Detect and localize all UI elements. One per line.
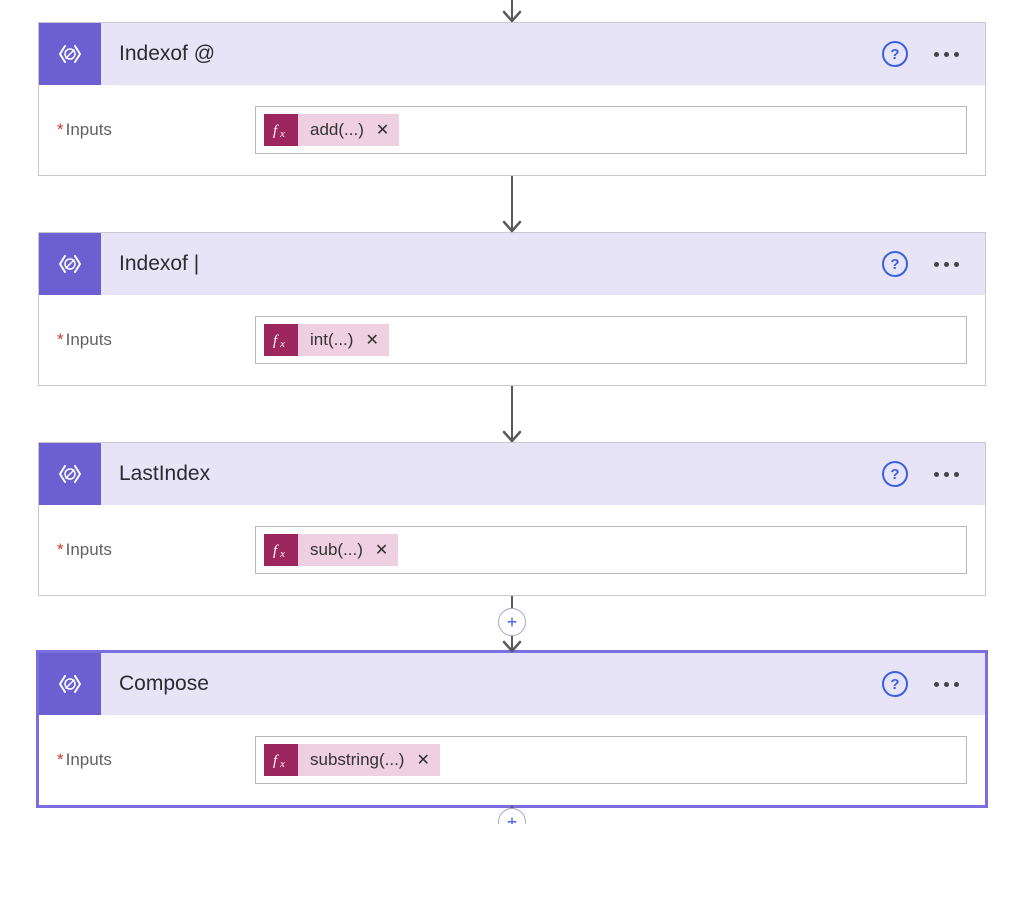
expression-token[interactable]: fx substring(...) ✕ [264, 744, 440, 776]
inputs-label: *Inputs [57, 540, 255, 560]
compose-action-icon [39, 233, 101, 295]
fx-icon: fx [264, 534, 298, 566]
card-header[interactable]: Indexof @ ? [39, 23, 985, 85]
inputs-field[interactable]: fx substring(...) ✕ [255, 736, 967, 784]
svg-text:x: x [279, 338, 285, 350]
more-menu-icon[interactable] [934, 258, 959, 271]
inputs-field[interactable]: fx add(...) ✕ [255, 106, 967, 154]
flow-canvas: Indexof @ ? *Inputs fx add(...) ✕ [0, 0, 1024, 824]
svg-text:f: f [273, 543, 279, 559]
card-header[interactable]: LastIndex ? [39, 443, 985, 505]
card-title: LastIndex [101, 462, 882, 486]
arrow-down-icon [502, 10, 522, 24]
inputs-label: *Inputs [57, 120, 255, 140]
help-icon[interactable]: ? [882, 671, 908, 697]
inputs-field[interactable]: fx int(...) ✕ [255, 316, 967, 364]
header-actions: ? [882, 461, 985, 487]
connector[interactable] [0, 386, 1024, 442]
token-remove-icon[interactable]: ✕ [374, 120, 399, 140]
step-card-indexof-pipe[interactable]: Indexof | ? *Inputs fx int(...) ✕ [38, 232, 986, 386]
header-actions: ? [882, 41, 985, 67]
step-card-compose[interactable]: Compose ? *Inputs fx substring(...) ✕ [38, 652, 986, 806]
svg-text:f: f [273, 753, 279, 769]
inputs-label: *Inputs [57, 330, 255, 350]
token-label: add(...) [298, 120, 374, 140]
token-label: substring(...) [298, 750, 414, 770]
expression-token[interactable]: fx int(...) ✕ [264, 324, 389, 356]
card-header[interactable]: Compose ? [39, 653, 985, 715]
svg-text:f: f [273, 123, 279, 139]
fx-icon: fx [264, 114, 298, 146]
more-menu-icon[interactable] [934, 678, 959, 691]
svg-text:f: f [273, 333, 279, 349]
add-step-button[interactable]: + [498, 608, 526, 636]
token-remove-icon[interactable]: ✕ [373, 540, 398, 560]
compose-action-icon [39, 23, 101, 85]
card-body: *Inputs fx sub(...) ✕ [39, 505, 985, 595]
header-actions: ? [882, 671, 985, 697]
token-label: int(...) [298, 330, 363, 350]
help-icon[interactable]: ? [882, 461, 908, 487]
compose-action-icon [39, 443, 101, 505]
connector-top [0, 0, 1024, 22]
card-title: Indexof @ [101, 42, 882, 66]
step-card-lastindex[interactable]: LastIndex ? *Inputs fx sub(...) ✕ [38, 442, 986, 596]
arrow-down-icon [502, 220, 522, 234]
arrow-down-icon [502, 640, 522, 654]
svg-text:x: x [279, 128, 285, 140]
connector[interactable] [0, 176, 1024, 232]
connector-bottom: + [0, 806, 1024, 824]
more-menu-icon[interactable] [934, 468, 959, 481]
help-icon[interactable]: ? [882, 41, 908, 67]
token-remove-icon[interactable]: ✕ [363, 330, 388, 350]
card-title: Compose [101, 672, 882, 696]
inputs-label: *Inputs [57, 750, 255, 770]
card-body: *Inputs fx add(...) ✕ [39, 85, 985, 175]
expression-token[interactable]: fx sub(...) ✕ [264, 534, 398, 566]
step-card-indexof-at[interactable]: Indexof @ ? *Inputs fx add(...) ✕ [38, 22, 986, 176]
token-remove-icon[interactable]: ✕ [414, 750, 439, 770]
token-label: sub(...) [298, 540, 373, 560]
card-body: *Inputs fx int(...) ✕ [39, 295, 985, 385]
more-menu-icon[interactable] [934, 48, 959, 61]
inputs-field[interactable]: fx sub(...) ✕ [255, 526, 967, 574]
fx-icon: fx [264, 744, 298, 776]
svg-text:x: x [279, 548, 285, 560]
fx-icon: fx [264, 324, 298, 356]
compose-action-icon [39, 653, 101, 715]
card-body: *Inputs fx substring(...) ✕ [39, 715, 985, 805]
header-actions: ? [882, 251, 985, 277]
svg-text:x: x [279, 758, 285, 770]
arrow-down-icon [502, 430, 522, 444]
connector-with-plus: + [0, 596, 1024, 624]
expression-token[interactable]: fx add(...) ✕ [264, 114, 399, 146]
card-header[interactable]: Indexof | ? [39, 233, 985, 295]
card-title: Indexof | [101, 252, 882, 276]
help-icon[interactable]: ? [882, 251, 908, 277]
add-step-button[interactable]: + [498, 808, 526, 824]
